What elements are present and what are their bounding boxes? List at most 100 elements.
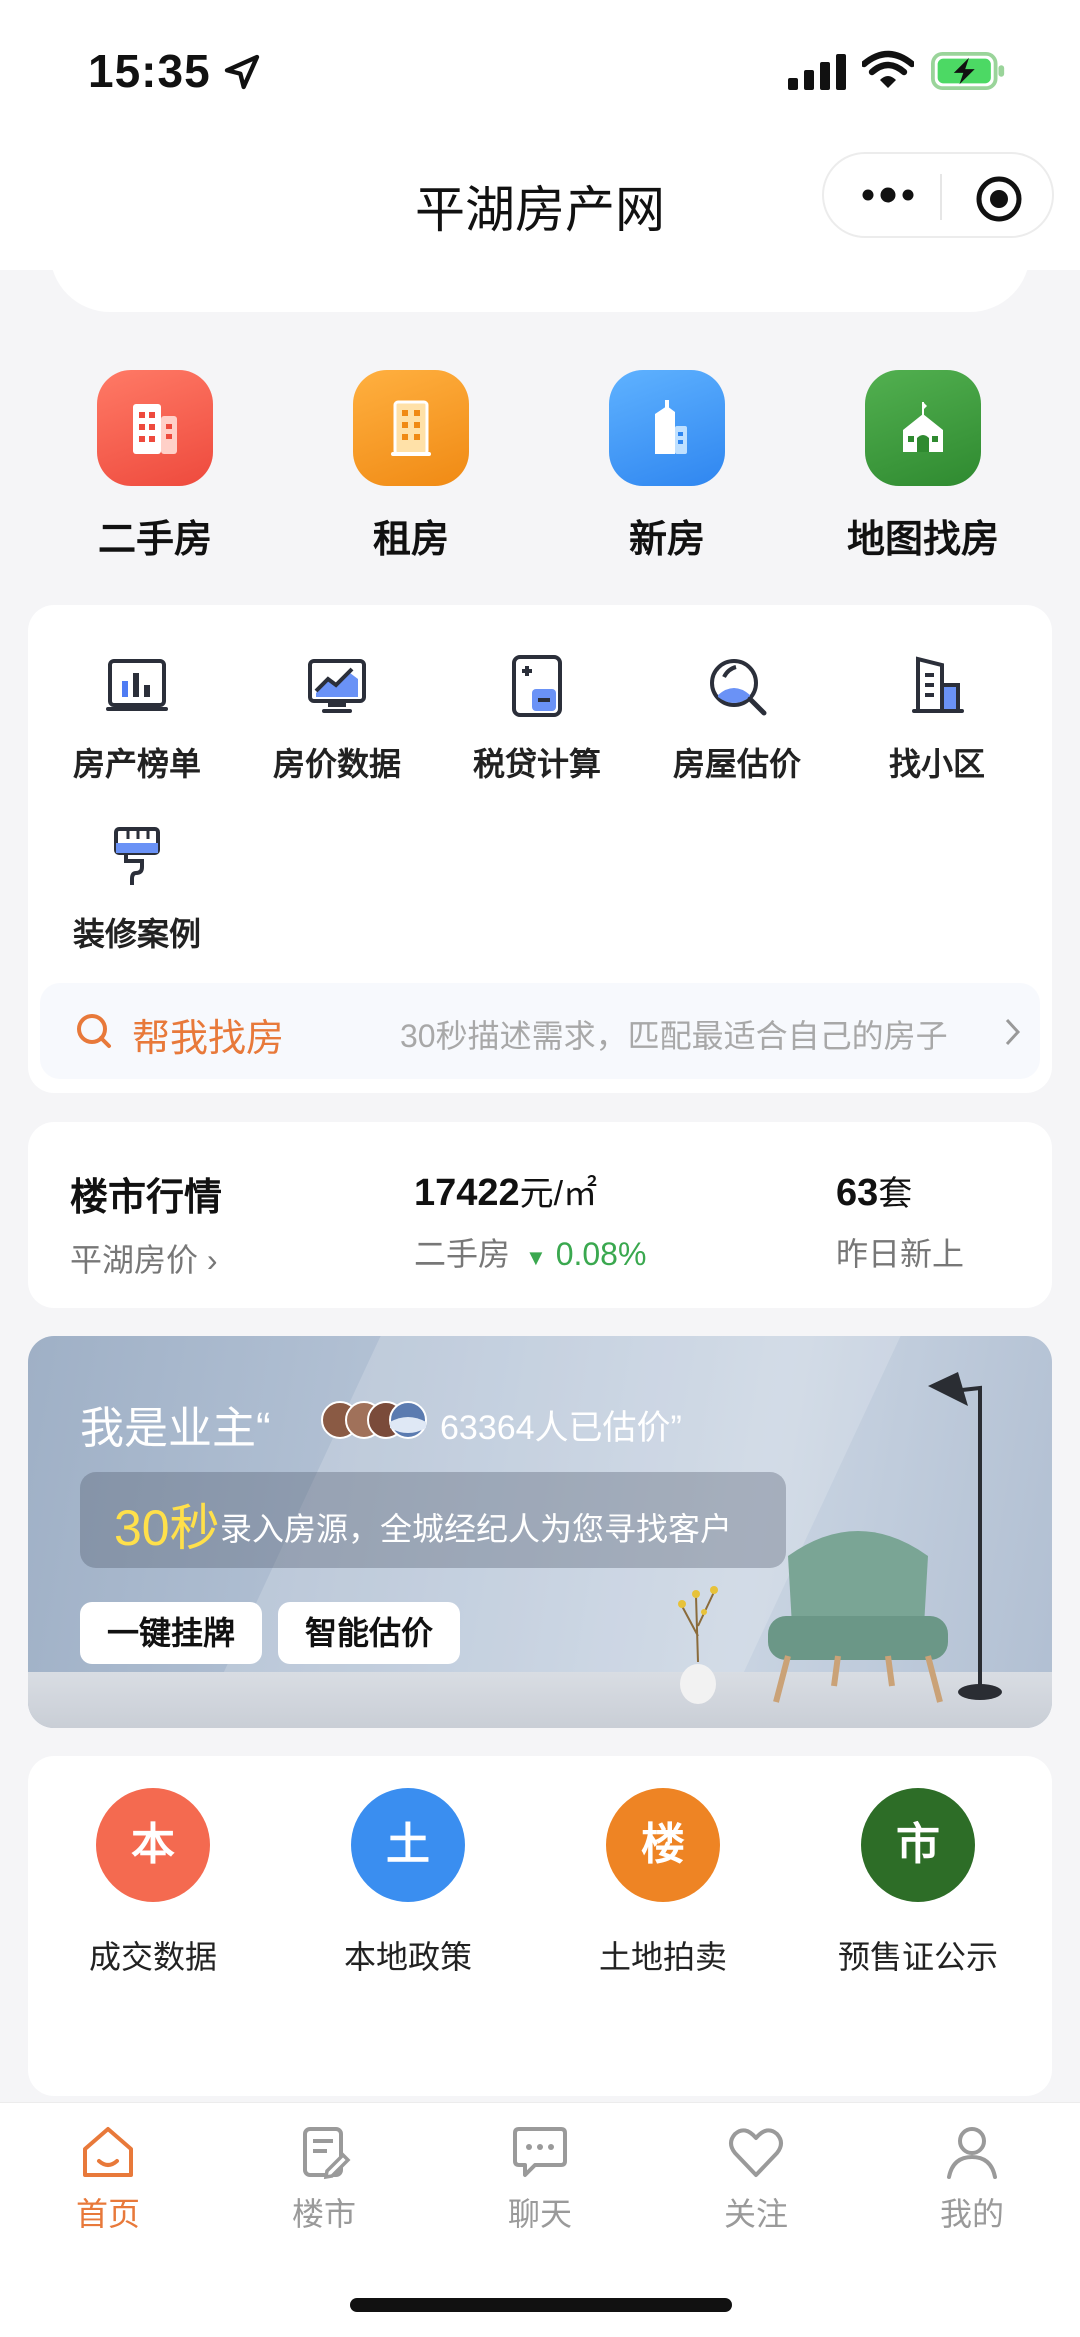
tab-label: 关注: [723, 2196, 788, 2232]
apartment-icon: [353, 370, 469, 486]
tab-label: 我的: [939, 2196, 1004, 2232]
data-category-label: 本地政策: [343, 1939, 472, 1975]
banner-quote-open: “: [256, 1404, 271, 1453]
market-title: 楼市行情: [70, 1177, 223, 1219]
tab-follow[interactable]: 关注: [648, 2121, 864, 2235]
price-change: 0.08%: [555, 1236, 647, 1272]
tool-label: 房价数据: [272, 746, 401, 782]
price-type: 二手房: [414, 1236, 511, 1272]
price-unit: 元/㎡: [519, 1175, 598, 1213]
tab-chat[interactable]: 聊天: [432, 2121, 648, 2235]
category-second-hand[interactable]: 二手房: [55, 370, 255, 563]
category-label: 二手房: [97, 519, 212, 561]
main-categories: 二手房 租房 新房 地图找房: [0, 370, 1080, 570]
home-indicator: [350, 2298, 732, 2312]
one-click-listing-button[interactable]: 一键挂牌: [80, 1602, 262, 1664]
banner-message-box: 30秒 录入房源，全城经纪人为您寻找客户: [80, 1472, 786, 1568]
category-badge: 土: [351, 1788, 465, 1902]
market-title-block: 楼市行情 平湖房价 ›: [70, 1166, 222, 1281]
data-categories-card: 本 成交数据 土 本地政策 楼 土地拍卖 市 预售证公示: [28, 1756, 1052, 2096]
status-bar: 15:35: [0, 0, 1080, 140]
data-category-label: 成交数据: [88, 1939, 217, 1975]
tab-market[interactable]: 楼市: [216, 2121, 432, 2235]
help-find-bar[interactable]: 帮我找房 30秒描述需求，匹配最适合自己的房子: [40, 983, 1040, 1079]
category-badge: 楼: [606, 1788, 720, 1902]
tool-label: 税贷计算: [472, 746, 601, 782]
tools-card: 房产榜单 房价数据 税贷计算 房屋估价 找小区 装修案例 帮我找房 30秒描述需…: [28, 605, 1052, 1093]
banner-title-text: 我是业主: [80, 1404, 256, 1453]
data-category-transactions[interactable]: 本 成交数据: [38, 1788, 268, 1978]
new-building-icon: [609, 370, 725, 486]
tool-label: 装修案例: [72, 916, 201, 952]
market-subtitle[interactable]: 平湖房价 ›: [70, 1235, 222, 1281]
battery-charging-icon: [931, 52, 1005, 90]
tab-label: 首页: [75, 2196, 140, 2232]
tool-ranking[interactable]: 房产榜单: [37, 651, 237, 785]
heart-icon: [729, 2128, 783, 2177]
category-new-house[interactable]: 新房: [567, 370, 767, 563]
category-label: 租房: [372, 519, 449, 561]
tool-label: 找小区: [888, 746, 985, 782]
category-badge: 本: [96, 1788, 210, 1902]
target-icon[interactable]: [974, 174, 1024, 224]
mini-program-capsule: [822, 152, 1054, 238]
category-map-search[interactable]: 地图找房: [823, 370, 1023, 563]
down-triangle-icon: ▼: [518, 1245, 547, 1270]
tool-label: 房屋估价: [672, 746, 801, 782]
help-find-title: 帮我找房: [132, 1018, 285, 1060]
market-price: 17422元/㎡: [414, 1166, 646, 1215]
data-category-policy[interactable]: 土 本地政策: [293, 1788, 523, 1978]
chevron-right-icon: [1005, 1018, 1021, 1046]
data-category-presale-permit[interactable]: 市 预售证公示: [803, 1788, 1033, 1978]
capsule-divider: [940, 174, 942, 220]
more-icon[interactable]: [858, 180, 918, 210]
banner-count: 63364人已估价”: [440, 1409, 682, 1447]
chart-board-icon: [106, 659, 168, 711]
tool-tax-calculator[interactable]: 税贷计算: [437, 651, 637, 785]
tool-valuation[interactable]: 房屋估价: [637, 651, 837, 785]
category-label: 新房: [628, 519, 705, 561]
help-find-description: 30秒描述需求，匹配最适合自己的房子: [400, 1018, 948, 1054]
tab-profile[interactable]: 我的: [864, 2121, 1080, 2235]
signal-icon: [788, 54, 846, 90]
document-edit-icon: [303, 2127, 351, 2180]
chevron-right-icon: ›: [206, 1242, 218, 1278]
price-value: 17422: [414, 1172, 520, 1214]
location-arrow-icon: [224, 54, 260, 90]
status-time: 15:35: [88, 45, 211, 97]
category-label: 地图找房: [846, 519, 999, 561]
chat-icon: [513, 2127, 567, 2177]
market-subtitle-text: 平湖房价: [70, 1242, 199, 1278]
tab-label: 聊天: [507, 2196, 572, 2232]
category-badge: 市: [861, 1788, 975, 1902]
new-label: 昨日新上: [836, 1236, 965, 1272]
tool-price-data[interactable]: 房价数据: [237, 651, 437, 785]
magnifier-icon: [710, 659, 767, 716]
calculator-icon: [512, 655, 562, 717]
data-category-label: 预售证公示: [837, 1939, 998, 1975]
user-icon: [947, 2127, 997, 2179]
new-listings: 63套: [836, 1166, 964, 1215]
vase-illustration: [678, 1586, 718, 1704]
owner-banner[interactable]: 我是业主“ 63364人已估价” 30秒 录入房源，全城经纪人为您寻找客户 一键…: [28, 1336, 1052, 1728]
tool-label: 房产榜单: [72, 746, 201, 782]
wifi-icon: [862, 50, 914, 88]
data-category-land-auction[interactable]: 楼 土地拍卖: [548, 1788, 778, 1978]
category-rent[interactable]: 租房: [311, 370, 511, 563]
data-category-label: 土地拍卖: [598, 1939, 727, 1975]
market-price-block: 17422元/㎡ 二手房 ▼ 0.08%: [414, 1166, 646, 1275]
paint-brush-icon: [114, 827, 160, 885]
banner-title: 我是业主“: [80, 1392, 271, 1456]
tool-find-community[interactable]: 找小区: [837, 651, 1037, 785]
smart-valuation-button[interactable]: 智能估价: [278, 1602, 460, 1664]
community-building-icon: [912, 656, 964, 713]
tab-home[interactable]: 首页: [0, 2121, 216, 2235]
tab-label: 楼市: [291, 2196, 356, 2232]
home-icon: [83, 2127, 133, 2177]
new-unit: 套: [878, 1175, 913, 1213]
market-card[interactable]: 楼市行情 平湖房价 › 17422元/㎡ 二手房 ▼ 0.08% 63套 昨日新…: [28, 1122, 1052, 1308]
building-icon: [97, 370, 213, 486]
tool-decoration[interactable]: 装修案例: [37, 821, 237, 955]
banner-highlight: 30秒: [114, 1500, 220, 1556]
market-price-change: 二手房 ▼ 0.08%: [414, 1229, 646, 1275]
